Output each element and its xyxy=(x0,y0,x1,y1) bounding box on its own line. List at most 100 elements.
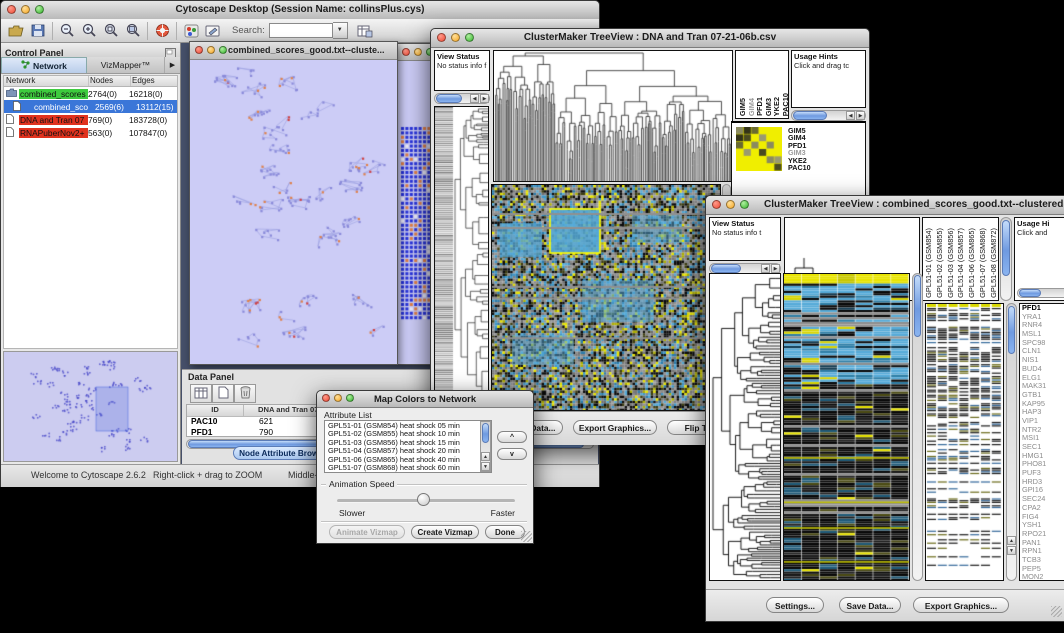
array-labels-panel: GIM5GIM4PFD1GIM3YKE2PAC10 xyxy=(735,50,789,119)
search-label: Search: xyxy=(232,25,265,36)
array-label: GPL51-06 (GSM865) xyxy=(967,228,978,298)
scroll-down-icon[interactable]: ▼ xyxy=(1007,546,1016,555)
zoom-out-icon[interactable] xyxy=(56,21,78,41)
zoom-selected-icon[interactable] xyxy=(100,21,122,41)
export-graphics-label: Export Graphics... xyxy=(925,601,997,611)
tab-network[interactable]: Network xyxy=(1,57,87,73)
usage-hints-scrollbar[interactable]: ◀ ▶ xyxy=(791,110,866,121)
col-nodes[interactable]: Nodes xyxy=(89,76,131,86)
open-file-icon[interactable] xyxy=(5,21,27,41)
global-vscrollbar[interactable]: ▲ ▼ xyxy=(1006,303,1017,581)
heatmap-zoom-view[interactable] xyxy=(491,184,721,411)
network-table-row[interactable]: DNA and Tran 07769(0)183728(0) xyxy=(4,113,177,126)
scroll-right-icon[interactable]: ▶ xyxy=(480,94,489,103)
col-network[interactable]: Network xyxy=(4,76,89,86)
network-view-canvas[interactable] xyxy=(190,60,395,363)
resize-grip[interactable] xyxy=(1051,606,1062,617)
scroll-down-icon[interactable]: ▼ xyxy=(481,462,490,471)
network-name: RNAPuberNov2+ xyxy=(19,128,88,138)
scroll-left-icon[interactable]: ◀ xyxy=(761,264,770,273)
col-edges[interactable]: Edges xyxy=(131,76,177,86)
search-input[interactable] xyxy=(269,23,333,38)
row-dendrogram[interactable] xyxy=(709,273,781,581)
array-label: GPL51-01 (GSM854) xyxy=(924,228,935,298)
create-vizmap-button[interactable]: Create Vizmap xyxy=(411,525,479,539)
global-view-canvas[interactable] xyxy=(926,304,1003,580)
resize-grip[interactable] xyxy=(521,531,532,542)
treeview2-titlebar[interactable]: ClusterMaker TreeView : combined_scores_… xyxy=(706,196,1064,215)
scroll-left-icon[interactable]: ◀ xyxy=(470,94,479,103)
save-data-button[interactable]: Save Data... xyxy=(839,597,901,613)
animate-vizmap-button[interactable]: Animate Vizmap xyxy=(329,525,405,539)
column-dendrogram[interactable] xyxy=(493,50,733,182)
row-dendrogram-canvas[interactable] xyxy=(710,274,780,580)
attribute-list-scrollbar[interactable]: ▲ ▼ xyxy=(480,421,491,472)
minimize-icon[interactable] xyxy=(207,46,215,54)
settings-button[interactable]: Settings... xyxy=(766,597,824,613)
network-table-row[interactable]: combined_sco2569(6)13112(15) xyxy=(4,100,177,113)
close-icon[interactable] xyxy=(402,48,410,56)
labels-vscrollbar[interactable] xyxy=(1000,217,1012,301)
global-view-panel[interactable] xyxy=(925,303,1004,581)
heatmap-canvas[interactable] xyxy=(492,185,720,410)
vizmapper-icon[interactable] xyxy=(180,21,202,41)
network-overview-panel[interactable] xyxy=(3,351,178,462)
node-attribute-browser-button[interactable]: Node Attribute Brows xyxy=(233,446,329,460)
row-dendrogram-canvas[interactable] xyxy=(435,107,488,410)
main-titlebar[interactable]: Cytoscape Desktop (Session Name: collins… xyxy=(1,1,599,20)
scroll-up-icon[interactable]: ▲ xyxy=(1007,536,1016,545)
minimize-icon[interactable] xyxy=(414,48,422,56)
gene-label[interactable]: MON2 xyxy=(1020,573,1064,581)
export-graphics-button[interactable]: Export Graphics... xyxy=(913,597,1009,613)
status-hint-pan: Middle- xyxy=(288,470,318,480)
usage-hints-scrollbar[interactable] xyxy=(1017,288,1064,298)
scroll-up-icon[interactable]: ▲ xyxy=(481,452,490,461)
scroll-right-icon[interactable]: ▶ xyxy=(856,111,865,120)
column-dendrogram-canvas[interactable] xyxy=(494,51,732,181)
dialog-title: Map Colors to Network xyxy=(317,393,533,404)
zoom-in-icon[interactable] xyxy=(78,21,100,41)
treeview1-titlebar[interactable]: ClusterMaker TreeView : DNA and Tran 07-… xyxy=(431,29,869,48)
zoom-fit-icon[interactable] xyxy=(122,21,144,41)
network-table-row[interactable]: RNAPuberNov2+563(0)107847(0) xyxy=(4,126,177,139)
network-overview-canvas[interactable] xyxy=(4,352,177,461)
done-button[interactable]: Done xyxy=(485,525,525,539)
search-dropdown-icon[interactable]: ▼ xyxy=(333,22,348,39)
mini-matrix-canvas[interactable] xyxy=(736,127,782,171)
network-nodes-count: 769(0) xyxy=(88,115,129,125)
usage-hints-panel: Usage Hints Click and drag tc xyxy=(791,50,866,108)
network-table-row[interactable]: combined_scores2764(0)16218(0) xyxy=(4,87,177,100)
view-status-scrollbar[interactable]: ◀ ▶ xyxy=(434,93,490,104)
row-dendrogram[interactable] xyxy=(434,106,489,411)
scroll-left-icon[interactable]: ◀ xyxy=(846,111,855,120)
row-value: 790 xyxy=(243,427,273,438)
attribute-list-item[interactable]: GPL51-07 (GSM868) heat shock 60 min xyxy=(325,464,491,472)
help-icon[interactable] xyxy=(151,21,173,41)
network-nodes-count: 2569(6) xyxy=(95,102,136,112)
attribute-browser-icon[interactable] xyxy=(354,21,376,41)
annotation-icon[interactable] xyxy=(202,21,224,41)
tab-vizmapper[interactable]: VizMapper™ xyxy=(87,57,164,73)
scroll-right-icon[interactable]: ▶ xyxy=(771,264,780,273)
move-down-button[interactable]: v xyxy=(497,448,527,460)
delete-attribute-icon[interactable] xyxy=(234,384,256,403)
zoom-window-icon[interactable] xyxy=(219,46,227,54)
heatmap-canvas[interactable] xyxy=(784,274,909,580)
save-icon[interactable] xyxy=(27,21,49,41)
network-window-1[interactable]: combined_scores_good.txt--cluste... xyxy=(189,41,398,365)
col-id[interactable]: ID xyxy=(187,405,244,416)
table-icon[interactable] xyxy=(190,384,212,403)
move-up-button[interactable]: ^ xyxy=(497,431,527,443)
export-graphics-button[interactable]: Export Graphics... xyxy=(573,420,657,435)
attribute-list[interactable]: GPL51-01 (GSM854) heat shock 05 minGPL51… xyxy=(324,420,492,473)
usage-hints-text: Click and drag tc xyxy=(792,61,865,70)
heatmap-zoom-view[interactable] xyxy=(783,273,910,581)
tab-overflow-arrow[interactable]: ▶ xyxy=(164,57,180,73)
speed-slider-thumb[interactable] xyxy=(417,493,430,506)
close-icon[interactable] xyxy=(195,46,203,54)
dialog-titlebar[interactable]: Map Colors to Network xyxy=(317,391,533,408)
heatmap-vscrollbar[interactable] xyxy=(912,273,923,581)
file-icon xyxy=(4,101,33,113)
main-window-title: Cytoscape Desktop (Session Name: collins… xyxy=(1,4,599,15)
new-attribute-icon[interactable] xyxy=(212,384,234,403)
